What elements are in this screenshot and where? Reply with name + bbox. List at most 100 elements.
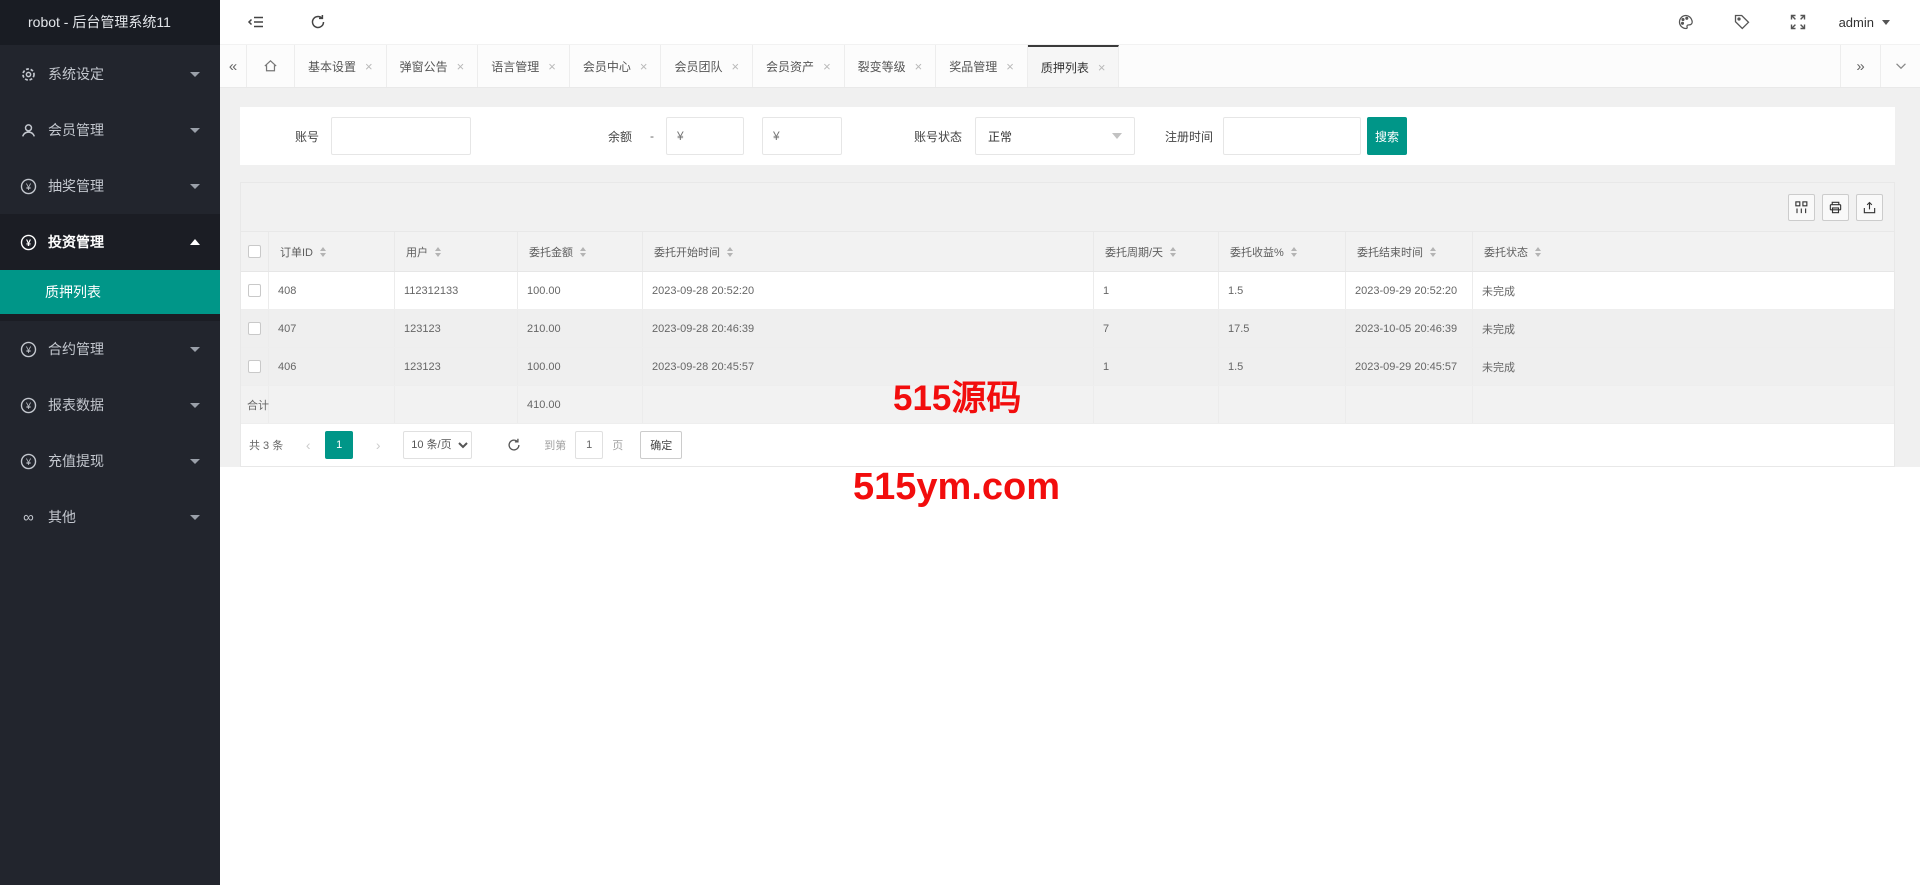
table-body: 408 112312133 100.00 2023-09-28 20:52:20… [241,272,1894,386]
tab[interactable]: 裂变等级 × [845,45,937,87]
sidebar-item-other[interactable]: ∞ 其他 [0,489,220,545]
fullscreen-icon[interactable] [1789,13,1807,31]
tabs-scroll-left-icon[interactable]: « [220,45,247,87]
account-input[interactable] [331,117,471,155]
sidebar-item-label: 会员管理 [48,120,190,140]
sidebar-item-investment[interactable]: ¥ 投资管理 [0,214,220,270]
sidebar: robot - 后台管理系统11 系统设定 会员管理 ¥ 抽奖管理 [0,0,220,885]
balance-label: 余额 [608,128,632,145]
total-label-cell: 合计 [241,386,269,423]
sort-icon[interactable] [1535,247,1541,257]
print-icon[interactable] [1822,194,1849,221]
account-status-select[interactable]: 正常 [975,117,1135,155]
goto-page-input[interactable] [575,431,603,459]
theme-palette-icon[interactable] [1677,13,1695,31]
tab[interactable]: 语言管理 × [478,45,570,87]
close-icon[interactable]: × [1098,61,1106,74]
admin-dropdown[interactable]: admin [1839,15,1890,30]
row-checkbox[interactable] [248,284,261,297]
current-page-button[interactable]: 1 [325,431,353,459]
sort-icon[interactable] [435,247,441,257]
refresh-icon[interactable] [309,13,327,31]
tag-icon[interactable] [1733,13,1751,31]
sidebar-item-system[interactable]: 系统设定 [0,46,220,102]
chevron-down-icon [190,184,200,189]
columns-filter-icon[interactable] [1788,194,1815,221]
column-header[interactable]: 委托结束时间 [1346,232,1473,271]
table-row: 406 123123 100.00 2023-09-28 20:45:57 1 … [241,348,1894,386]
close-icon[interactable]: × [823,60,831,73]
svg-text:¥: ¥ [25,181,32,191]
close-icon[interactable]: × [731,60,739,73]
tab-label: 质押列表 [1041,59,1089,76]
tab[interactable]: 奖品管理 × [936,45,1028,87]
sidebar-subitem-pledge-list[interactable]: 质押列表 [0,270,220,314]
close-icon[interactable]: × [915,60,923,73]
goto-page-label: 到第 [544,437,566,453]
tabbar-spacer [1119,45,1840,87]
row-checkbox-cell [241,272,269,309]
column-header[interactable]: 委托金额 [518,232,643,271]
collapse-sidebar-icon[interactable] [247,13,265,31]
sidebar-item-contract[interactable]: ¥ 合约管理 [0,321,220,377]
table-card: 订单ID 用户 委托金额 委托开始时间 委托周期/天 委托收益% 委托结束时间 … [240,182,1895,467]
yen-circle-icon: ¥ [20,178,37,195]
tab[interactable]: 会员团队 × [661,45,753,87]
prev-page-icon[interactable]: ‹ [301,437,315,453]
confirm-page-button[interactable]: 确定 [640,431,682,459]
sidebar-item-deposit-withdraw[interactable]: ¥ 充值提现 [0,433,220,489]
tab[interactable]: 质押列表 × [1028,45,1120,87]
tab-label: 弹窗公告 [400,58,448,75]
close-icon[interactable]: × [640,60,648,73]
tab[interactable]: 弹窗公告 × [387,45,479,87]
sidebar-group-investment: ¥ 投资管理 质押列表 [0,214,220,321]
main-area: admin « 基本设置 × 弹窗公告 × [220,0,1920,885]
balance-min-input[interactable] [666,117,744,155]
export-icon[interactable] [1856,194,1883,221]
tab-label: 会员团队 [674,58,722,75]
tab[interactable]: 会员资产 × [753,45,845,87]
tab[interactable]: 基本设置 × [295,45,387,87]
column-header[interactable]: 委托开始时间 [643,232,1094,271]
tabs-menu-icon[interactable] [1880,45,1920,87]
sort-icon[interactable] [1430,247,1436,257]
balance-max-input[interactable] [762,117,842,155]
table-header-row: 订单ID 用户 委托金额 委托开始时间 委托周期/天 委托收益% 委托结束时间 … [241,232,1894,272]
chevron-down-icon [1112,133,1122,139]
sort-icon[interactable] [320,247,326,257]
register-time-input[interactable] [1223,117,1361,155]
home-tab[interactable] [247,45,295,87]
refresh-table-icon[interactable] [506,437,522,453]
sidebar-item-lottery[interactable]: ¥ 抽奖管理 [0,158,220,214]
chevron-down-icon [190,459,200,464]
sort-icon[interactable] [1291,247,1297,257]
sidebar-item-members[interactable]: 会员管理 [0,102,220,158]
column-header[interactable]: 用户 [395,232,518,271]
column-header[interactable]: 委托状态 [1473,232,1894,271]
cell-user: 112312133 [395,272,518,309]
row-checkbox[interactable] [248,360,261,373]
page-size-select[interactable]: 10 条/页 [403,431,472,459]
close-icon[interactable]: × [365,60,373,73]
sort-icon[interactable] [1170,247,1176,257]
column-header[interactable]: 订单ID [269,232,395,271]
row-checkbox-cell [241,348,269,385]
cell-profit: 17.5 [1219,310,1346,347]
row-checkbox[interactable] [248,322,261,335]
tabs-scroll-right-icon[interactable]: » [1840,45,1880,87]
table-row: 407 123123 210.00 2023-09-28 20:46:39 7 … [241,310,1894,348]
column-header[interactable]: 委托收益% [1219,232,1346,271]
next-page-icon[interactable]: › [371,437,385,453]
topbar: admin [220,0,1920,45]
column-header[interactable]: 委托周期/天 [1094,232,1219,271]
sort-icon[interactable] [727,247,733,257]
select-all-checkbox[interactable] [248,245,261,258]
close-icon[interactable]: × [457,60,465,73]
sidebar-item-reports[interactable]: ¥ 报表数据 [0,377,220,433]
sort-icon[interactable] [580,247,586,257]
yen-circle-icon: ¥ [20,234,37,251]
close-icon[interactable]: × [548,60,556,73]
tab[interactable]: 会员中心 × [570,45,662,87]
close-icon[interactable]: × [1006,60,1014,73]
search-button[interactable]: 搜索 [1367,117,1407,155]
